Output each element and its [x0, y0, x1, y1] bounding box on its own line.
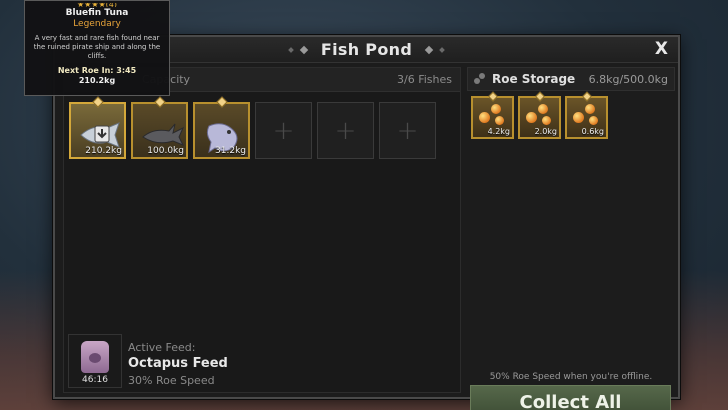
- rarity-gem-icon: [215, 96, 228, 108]
- capacity-count: 3/6 Fishes: [397, 73, 452, 86]
- fish-slot[interactable]: 31.2kg: [193, 96, 250, 159]
- tooltip-description: A very fast and rare fish found near the…: [33, 34, 161, 60]
- roe-egg-icon: [479, 112, 490, 123]
- tooltip-next-roe: Next Roe In: 3:45: [57, 66, 137, 75]
- feed-name: Octapus Feed: [128, 356, 228, 371]
- roe-egg-icon: [573, 112, 584, 123]
- rarity-gem-icon: [534, 91, 545, 102]
- fish-tooltip: ★★★★(4) Bluefin Tuna Legendary A very fa…: [24, 0, 170, 96]
- fish-slot[interactable]: 100.0kg: [131, 96, 188, 159]
- title-ornament-icon: [288, 46, 294, 53]
- rarity-gem-icon: [487, 91, 498, 102]
- feed-speed: 30% Roe Speed: [128, 374, 215, 387]
- roe-egg-icon: [538, 104, 548, 114]
- roe-storage-header: Roe Storage 6.8kg/500.0kg: [467, 67, 675, 91]
- roe-egg-icon: [542, 116, 551, 125]
- tooltip-fish-name: Bluefin Tuna: [65, 8, 129, 18]
- offline-note: 50% Roe Speed when you're offline.: [489, 372, 653, 382]
- tooltip-rarity: Legendary: [73, 19, 121, 29]
- tooltip-weight: 210.2kg: [78, 76, 116, 85]
- roe-egg-icon: [495, 116, 504, 125]
- rarity-gem-icon: [581, 91, 592, 102]
- plus-icon: +: [334, 115, 357, 146]
- empty-fish-slot[interactable]: +: [255, 102, 312, 159]
- roe-storage-capacity: 6.8kg/500.0kg: [588, 72, 668, 86]
- roe-slot[interactable]: 0.6kg: [565, 91, 608, 139]
- fish-weight: 100.0kg: [147, 146, 184, 156]
- empty-fish-slot[interactable]: +: [379, 102, 436, 159]
- roe-weight: 4.2kg: [487, 127, 510, 136]
- roe-egg-icon: [585, 104, 595, 114]
- feed-timer: 46:16: [82, 375, 108, 385]
- roe-egg-icon: [526, 112, 537, 123]
- rarity-gem-icon: [153, 96, 166, 108]
- fish-slots: 210.2kg 100.0kg 31.2kg + + +: [69, 96, 436, 159]
- feed-label: Active Feed:: [128, 341, 196, 354]
- collect-all-button[interactable]: Collect All: [470, 385, 671, 410]
- roe-storage-title: Roe Storage: [492, 72, 576, 86]
- roe-slot[interactable]: 2.0kg: [518, 91, 561, 139]
- roe-weight: 0.6kg: [581, 127, 604, 136]
- title-ornament-icon: [439, 46, 445, 53]
- empty-fish-slot[interactable]: +: [317, 102, 374, 159]
- pond-section: Capacity 3/6 Fishes 210.2kg 100.0kg: [63, 67, 461, 393]
- roe-icon: [474, 73, 486, 85]
- roe-egg-icon: [589, 116, 598, 125]
- roe-section: Roe Storage 6.8kg/500.0kg 4.2kg 2.0kg 0.…: [467, 67, 675, 410]
- plus-icon: +: [272, 115, 295, 146]
- feed-info: Active Feed: Octapus Feed 30% Roe Speed: [128, 341, 228, 387]
- rarity-stars: ★★★★(4): [25, 3, 169, 7]
- panel-title: Fish Pond: [320, 40, 413, 59]
- fish-weight: 31.2kg: [215, 146, 246, 156]
- roe-slots: 4.2kg 2.0kg 0.6kg: [471, 91, 675, 139]
- roe-weight: 2.0kg: [534, 127, 557, 136]
- feed-slot[interactable]: 46:16: [68, 334, 122, 388]
- fish-weight: 210.2kg: [85, 146, 122, 156]
- title-ornament-icon: [299, 45, 309, 54]
- roe-slot[interactable]: 4.2kg: [471, 91, 514, 139]
- plus-icon: +: [396, 115, 419, 146]
- roe-egg-icon: [491, 104, 501, 114]
- rarity-gem-icon: [91, 96, 104, 108]
- feed-bag-icon: [81, 341, 109, 373]
- title-ornament-icon: [424, 45, 434, 54]
- close-button[interactable]: X: [655, 39, 668, 59]
- fish-slot[interactable]: 210.2kg: [69, 96, 126, 159]
